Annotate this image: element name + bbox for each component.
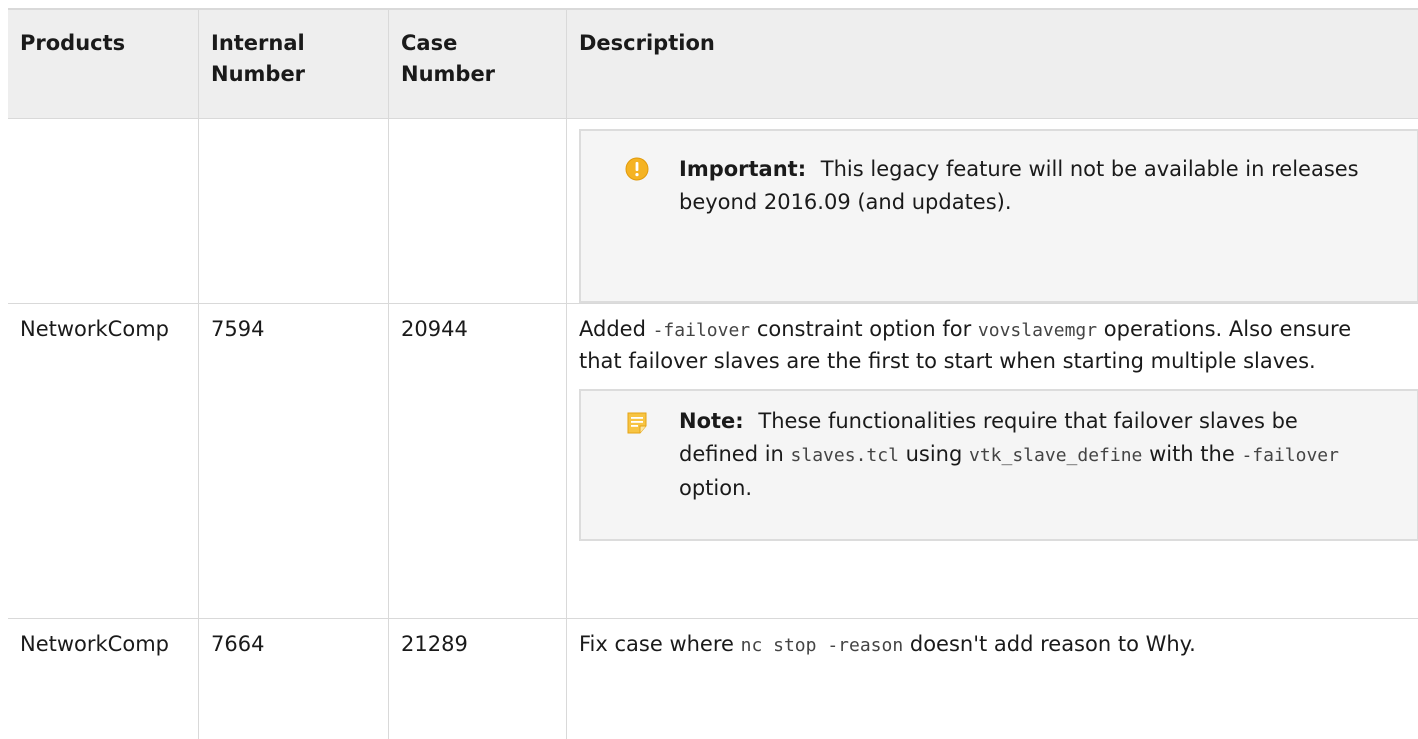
cell-product: [8, 119, 198, 303]
description-text: Fix case where nc stop -reason doesn't a…: [579, 629, 1418, 661]
table-row: NetworkComp 7594 20944 Added -failover c…: [8, 304, 1418, 619]
cell-case-number: 21289: [388, 619, 566, 739]
code-failover: -failover: [652, 320, 751, 341]
release-notes-table: Products Internal Number Case Number Des…: [8, 8, 1418, 739]
note-icon: [625, 411, 649, 435]
description-segment: constraint option for: [750, 317, 978, 341]
note-label: Note:: [679, 409, 744, 433]
cell-internal-number: [198, 119, 388, 303]
cell-product: NetworkComp: [20, 632, 169, 656]
note-segment: with the: [1142, 442, 1242, 466]
description-segment: Added: [579, 317, 653, 341]
cell-case-number: [388, 119, 566, 303]
header-products: Products: [20, 31, 126, 55]
note-segment: using: [898, 442, 969, 466]
code-nc-stop-reason: nc stop -reason: [740, 635, 904, 656]
description-text: Added -failover constraint option for vo…: [579, 314, 1418, 377]
header-description: Description: [566, 10, 1418, 118]
code-slaves-tcl: slaves.tcl: [790, 445, 899, 466]
code-vovslavemgr: vovslavemgr: [977, 320, 1098, 341]
description-segment: Fix case where: [579, 632, 741, 656]
header-internal-number: Internal Number: [198, 10, 388, 118]
note-callout: Note: These functionalities require that…: [579, 389, 1418, 541]
description-segment: doesn't add reason to Why.: [903, 632, 1196, 656]
cell-product: NetworkComp: [20, 317, 169, 341]
note-text: Note: These functionalities require that…: [581, 405, 1417, 505]
cell-description: Fix case where nc stop -reason doesn't a…: [566, 619, 1418, 739]
table-row: Important: This legacy feature will not …: [8, 119, 1418, 304]
header-case-number: Case Number: [388, 10, 566, 118]
important-callout: Important: This legacy feature will not …: [579, 129, 1418, 303]
cell-internal-number: 7594: [198, 304, 388, 618]
cell-case-number: 20944: [388, 304, 566, 618]
code-failover: -failover: [1241, 445, 1339, 466]
important-text: Important: This legacy feature will not …: [581, 153, 1417, 219]
note-segment: option.: [679, 476, 753, 500]
cell-internal-number: 7664: [198, 619, 388, 739]
cell-description: Important: This legacy feature will not …: [566, 119, 1418, 303]
table-row: NetworkComp 7664 21289 Fix case where nc…: [8, 619, 1418, 739]
exclamation-circle-icon: [625, 157, 649, 181]
table-header-row: Products Internal Number Case Number Des…: [8, 10, 1418, 119]
cell-description: Added -failover constraint option for vo…: [566, 304, 1418, 618]
code-vtk-slave-define: vtk_slave_define: [969, 445, 1143, 466]
important-label: Important:: [679, 157, 807, 181]
